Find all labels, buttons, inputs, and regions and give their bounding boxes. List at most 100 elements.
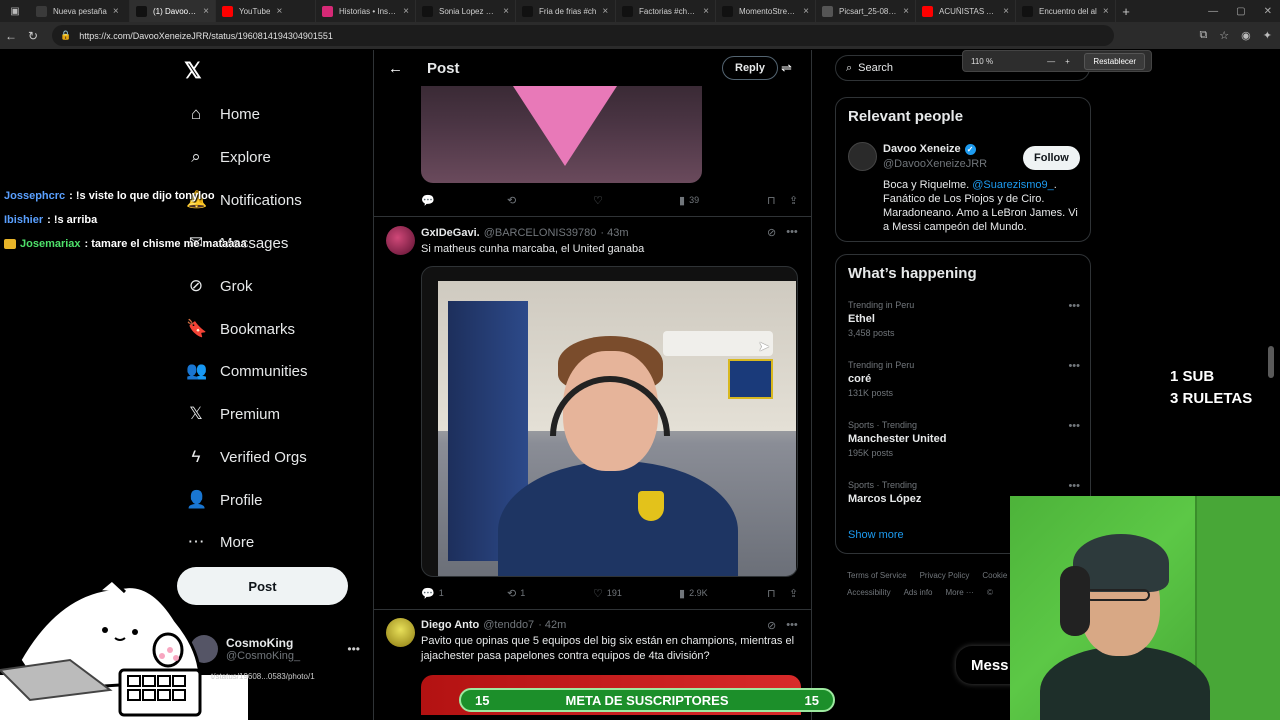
browser-tab[interactable]: ACUÑISTAS AGR × bbox=[916, 0, 1016, 22]
author-handle[interactable]: @tenddo7 bbox=[483, 619, 534, 631]
like-icon[interactable]: ♡ bbox=[593, 194, 603, 207]
browser-tab[interactable]: Picsart_25-08-27 × bbox=[816, 0, 916, 22]
url-field[interactable]: 🔒 https://x.com/DavooXeneizeJRR/status/1… bbox=[52, 25, 1114, 46]
nav-item-profile[interactable]: 👤 Profile bbox=[186, 490, 263, 510]
browser-tab[interactable]: MomentoStream × bbox=[716, 0, 816, 22]
profile-icon[interactable]: ◉ bbox=[1241, 29, 1251, 42]
views-icon[interactable]: ▮ 2.9K bbox=[679, 587, 708, 600]
grok-icon[interactable]: ⊘ bbox=[767, 619, 776, 632]
close-tab-icon[interactable]: × bbox=[113, 6, 119, 17]
site-info-icon[interactable]: 🔒 bbox=[60, 30, 71, 41]
trend-item[interactable]: Sports · Trending Manchester United 195K p… bbox=[848, 420, 1080, 458]
avatar[interactable] bbox=[386, 226, 415, 255]
nav-label: Communities bbox=[220, 362, 308, 380]
bio-mention-link[interactable]: @Suarezismo9_ bbox=[972, 179, 1053, 191]
author-name[interactable]: GxIDeGavi. bbox=[421, 227, 480, 239]
back-icon[interactable]: ← bbox=[0, 29, 22, 43]
back-arrow-icon[interactable]: ← bbox=[388, 60, 403, 77]
more-icon[interactable]: ••• bbox=[1068, 360, 1080, 372]
accessibility-link[interactable]: Accessibility bbox=[847, 588, 891, 597]
tweet-time[interactable]: · 43m bbox=[600, 227, 628, 239]
reply-button[interactable]: Reply bbox=[722, 56, 778, 80]
tweet-image[interactable] bbox=[421, 86, 702, 183]
zoom-out-icon[interactable]: — bbox=[1047, 57, 1055, 66]
browser-tab[interactable]: Encuentro del al × bbox=[1016, 0, 1116, 22]
filter-icon[interactable]: ⇌ bbox=[781, 60, 792, 76]
browser-tab[interactable]: YouTube × bbox=[216, 0, 316, 22]
nav-item-home[interactable]: ⌂ Home bbox=[186, 104, 260, 124]
share-icon[interactable]: ⇪ bbox=[789, 194, 798, 207]
follow-button[interactable]: Follow bbox=[1023, 146, 1080, 170]
person-handle[interactable]: @DavooXeneizeJRR bbox=[883, 158, 987, 170]
close-tab-icon[interactable]: × bbox=[503, 6, 509, 17]
x-logo-icon[interactable]: 𝕏 bbox=[184, 58, 202, 84]
like-icon[interactable]: ♡ 191 bbox=[593, 587, 622, 600]
share-icon[interactable]: ⇪ bbox=[789, 587, 798, 600]
page-scrollbar[interactable] bbox=[1268, 346, 1274, 378]
browser-tab[interactable]: Sonia Lopez on X × bbox=[416, 0, 516, 22]
tab-actions-icon[interactable]: ▣ bbox=[0, 6, 30, 17]
maximize-icon[interactable]: ▢ bbox=[1236, 6, 1245, 17]
privacy-link[interactable]: Privacy Policy bbox=[920, 571, 970, 580]
retweet-icon[interactable]: ⟲ bbox=[507, 194, 516, 207]
more-icon[interactable]: ••• bbox=[1068, 420, 1080, 432]
more-icon[interactable]: ••• bbox=[347, 642, 360, 656]
close-tab-icon[interactable]: × bbox=[403, 6, 409, 17]
author-handle[interactable]: @BARCELONIS39780 bbox=[484, 227, 597, 239]
reply-icon[interactable]: 💬 1 bbox=[421, 587, 444, 600]
nav-item-more[interactable]: ⋯ More bbox=[186, 532, 255, 552]
bookmark-icon[interactable]: ⊓ bbox=[767, 194, 776, 207]
nav-item-premium[interactable]: 𝕏 Premium bbox=[186, 404, 280, 424]
extensions-icon[interactable]: ⧉ bbox=[1199, 29, 1207, 42]
close-tab-icon[interactable]: × bbox=[1103, 6, 1109, 17]
nav-item-grok[interactable]: ⊘ Grok bbox=[186, 276, 253, 296]
close-tab-icon[interactable]: × bbox=[703, 6, 709, 17]
more-icon[interactable]: ••• bbox=[786, 226, 798, 239]
grok-icon[interactable]: ⊘ bbox=[767, 226, 776, 239]
browser-tab[interactable]: Factorias #chale × bbox=[616, 0, 716, 22]
bookmark-icon[interactable]: ⊓ bbox=[767, 587, 776, 600]
browser-tab[interactable]: (1) Davoo Xeneize × bbox=[130, 0, 216, 22]
tweet-time[interactable]: · 42m bbox=[538, 619, 566, 631]
tweet-media[interactable] bbox=[421, 266, 798, 577]
nav-item-explore[interactable]: ⌕ Explore bbox=[186, 147, 271, 167]
browser-tab[interactable]: Fria de frias #ch × bbox=[516, 0, 616, 22]
more-link[interactable]: More ··· bbox=[945, 588, 973, 597]
browser-tab[interactable]: Nueva pestaña × bbox=[30, 0, 130, 22]
close-window-icon[interactable]: ✕ bbox=[1264, 6, 1272, 17]
retweet-icon[interactable]: ⟲ 1 bbox=[507, 587, 525, 600]
cookie-link[interactable]: Cookie bbox=[982, 571, 1007, 580]
favorites-icon[interactable]: ☆ bbox=[1219, 29, 1229, 42]
close-tab-icon[interactable]: × bbox=[1003, 6, 1009, 17]
ads-info-link[interactable]: Ads info bbox=[904, 588, 933, 597]
reload-icon[interactable]: ↻ bbox=[22, 29, 44, 43]
show-more-link[interactable]: Show more bbox=[848, 529, 904, 541]
close-tab-icon[interactable]: × bbox=[803, 6, 809, 17]
trend-item[interactable]: Trending in Peru coré 131K posts ••• bbox=[848, 360, 1080, 398]
minimize-icon[interactable]: — bbox=[1208, 6, 1218, 17]
nav-item-communities[interactable]: 👥 Communities bbox=[186, 361, 308, 381]
person-name-row[interactable]: Davoo Xeneize ✓ bbox=[883, 143, 976, 155]
close-tab-icon[interactable]: × bbox=[903, 6, 909, 17]
trend-item[interactable]: Trending in Peru Ethel 3,458 posts ••• bbox=[848, 300, 1080, 338]
close-tab-icon[interactable]: × bbox=[602, 6, 608, 17]
terms-link[interactable]: Terms of Service bbox=[847, 571, 907, 580]
zoom-in-icon[interactable]: + bbox=[1065, 57, 1070, 66]
views-icon[interactable]: ▮ 39 bbox=[679, 194, 699, 207]
avatar[interactable] bbox=[386, 618, 415, 647]
more-icon[interactable]: ••• bbox=[1068, 300, 1080, 312]
author-name[interactable]: Diego Anto bbox=[421, 619, 479, 631]
zoom-reset-button[interactable]: Restablecer bbox=[1084, 52, 1145, 70]
copilot-icon[interactable]: ✦ bbox=[1263, 29, 1272, 42]
new-tab-button[interactable]: + bbox=[1116, 4, 1136, 19]
reply-icon[interactable]: 💬 bbox=[421, 194, 435, 207]
close-tab-icon[interactable]: × bbox=[276, 6, 282, 17]
close-tab-icon[interactable]: × bbox=[203, 6, 209, 17]
more-icon[interactable]: ••• bbox=[786, 619, 798, 632]
avatar[interactable] bbox=[848, 142, 877, 171]
nav-item-bookmarks[interactable]: 🔖 Bookmarks bbox=[186, 319, 295, 339]
browser-tab[interactable]: Historias • Instag × bbox=[316, 0, 416, 22]
more-icon[interactable]: ••• bbox=[1068, 480, 1080, 492]
nav-item-verified-orgs[interactable]: ϟ Verified Orgs bbox=[186, 447, 307, 467]
person-name[interactable]: Davoo Xeneize bbox=[883, 143, 961, 155]
